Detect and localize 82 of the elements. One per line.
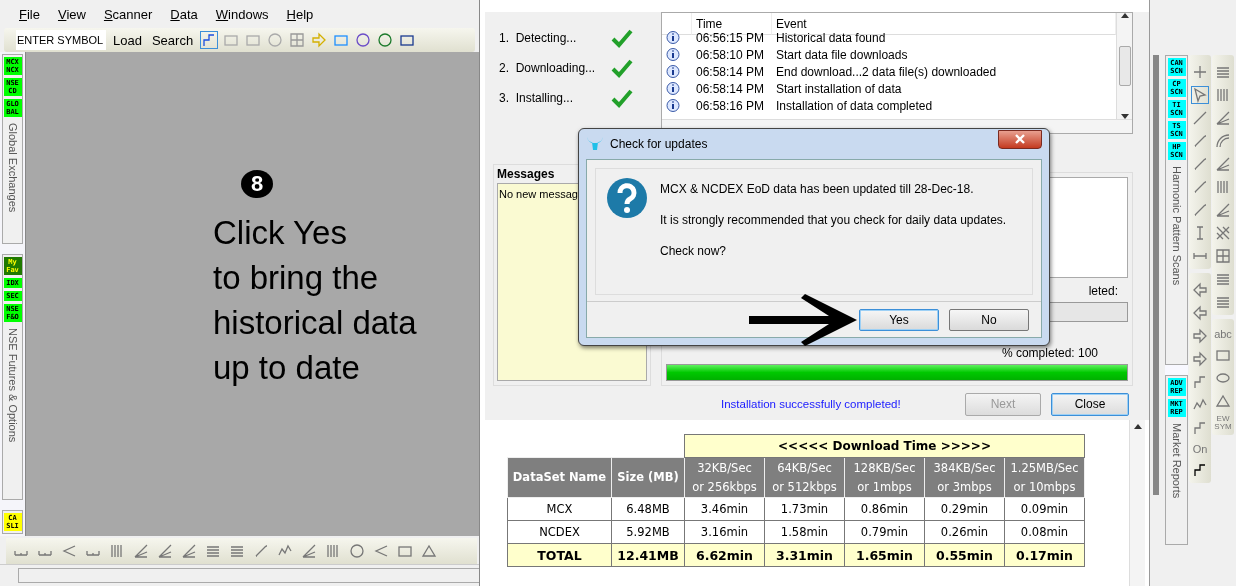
event-cell-text: Start installation of data — [775, 81, 903, 98]
table-cell: MCX — [507, 497, 612, 521]
time-cell-text: 06:58:16 PM — [695, 98, 766, 115]
menu-item[interactable]: Scanner — [94, 6, 162, 22]
pointer-icon[interactable] — [1191, 86, 1209, 104]
circle-icon[interactable] — [348, 542, 366, 560]
tool-label[interactable]: EW SYM — [1214, 415, 1232, 431]
dialog-message: It is strongly recommended that you check for daily data updates. — [660, 213, 1007, 227]
chart-tool-icon[interactable] — [1214, 201, 1232, 219]
scroll-up-icon[interactable] — [1120, 13, 1129, 18]
scrollbar[interactable] — [1129, 420, 1145, 586]
table-cell: TOTAL — [507, 543, 612, 567]
event-cell-text: Start data file downloads — [775, 47, 909, 64]
chart-tool-icon[interactable] — [180, 542, 198, 560]
column-header: 384KB/Sec or 3mbps — [924, 457, 1005, 498]
chart-tool-icon[interactable] — [300, 542, 318, 560]
dialog-message: MCX & NCDEX EoD data has been updated till 28-Dec-18. — [660, 182, 975, 196]
crosshair-icon[interactable] — [1191, 63, 1209, 81]
time-cell-text: 06:58:14 PM — [695, 81, 766, 98]
close-icon — [1014, 134, 1026, 144]
time-cell-text: 06:58:14 PM — [695, 64, 766, 81]
chart-tool-icon[interactable] — [1214, 155, 1232, 173]
chart-tool-icon[interactable] — [132, 542, 150, 560]
annotation-text: to bring the — [213, 258, 380, 298]
grid-icon[interactable] — [288, 31, 307, 49]
dialog-title: Check for updates — [610, 137, 709, 151]
toolbar-button[interactable]: Search — [148, 32, 197, 48]
tool-label[interactable]: abc — [1214, 327, 1232, 341]
tool-label[interactable]: On — [1192, 442, 1208, 456]
step-number: 8 — [241, 170, 273, 198]
annotation-text: up to date — [213, 348, 361, 388]
event-cell-text: End download...2 data file(s) downloaded — [775, 64, 998, 81]
question-icon — [606, 177, 648, 219]
yes-button[interactable]: Yes — [859, 308, 939, 331]
progress-label: leted: — [1087, 284, 1119, 299]
menu-item[interactable]: File — [10, 6, 49, 22]
column-header: Size (MB) — [611, 457, 685, 498]
column-header: 1.25MB/Sec or 10mbps — [1004, 457, 1085, 498]
chart-tool-icon[interactable] — [1214, 132, 1232, 150]
table-group-header: <<<<< Download Time >>>>> — [684, 434, 1085, 458]
column-header: 32KB/Sec or 256kbps — [684, 457, 765, 498]
status-message: Installation successfully completed! — [721, 398, 901, 410]
tab-group-label: Market Reports — [1170, 423, 1183, 499]
event-cell-text: Installation of data completed — [775, 98, 934, 115]
step-label: 2. Downloading... — [499, 61, 597, 75]
scrollbar[interactable] — [1116, 13, 1132, 119]
menu-item[interactable]: Help — [277, 6, 323, 22]
menu-item[interactable]: View — [48, 6, 95, 22]
column-header: 64KB/Sec or 512kbps — [764, 457, 845, 498]
no-button[interactable]: No — [949, 308, 1029, 331]
info-icon — [666, 47, 680, 62]
chart-icon[interactable] — [200, 31, 219, 49]
chart-tool-icon[interactable] — [156, 542, 174, 560]
grid-icon[interactable] — [1214, 247, 1232, 265]
column-header: 128KB/Sec or 1mbps — [844, 457, 925, 498]
column-header: DataSet Name — [507, 457, 612, 498]
dialog-message: Check now? — [660, 244, 728, 258]
close-button[interactable]: Close — [1051, 392, 1129, 416]
info-icon — [666, 81, 680, 96]
menu-item[interactable]: Data — [161, 6, 207, 22]
table-cell: NCDEX — [507, 520, 612, 544]
info-icon — [666, 98, 680, 113]
scroll-up-icon[interactable] — [1133, 424, 1142, 429]
chart-tool-icon[interactable] — [1214, 109, 1232, 127]
step-label: 1. Detecting... — [499, 31, 578, 45]
tab-group-label: Harmonic Pattern Scans — [1170, 166, 1183, 286]
info-icon — [666, 30, 680, 45]
close-button[interactable] — [998, 129, 1042, 149]
chart-tool-icon[interactable] — [1214, 224, 1232, 242]
info-icon — [666, 64, 680, 79]
symbol-field[interactable]: ENTER SYMBOL — [16, 30, 106, 50]
annotation-text: historical data — [213, 303, 418, 343]
step-label: 3. Installing... — [499, 91, 575, 105]
tab-group-label: NSE Futures & Options — [6, 328, 19, 443]
time-cell-text: 06:58:10 PM — [695, 47, 766, 64]
group-title: Messages — [497, 167, 556, 183]
tab-group-label: Global Exchanges — [6, 123, 19, 213]
toolbar-button[interactable]: Load — [110, 32, 145, 48]
annotation-text: Click Yes — [213, 213, 348, 253]
progress-label: % completed: 100 — [1000, 345, 1099, 360]
menu-item[interactable]: Windows — [206, 6, 278, 22]
line-tool-icon[interactable] — [1191, 109, 1209, 127]
